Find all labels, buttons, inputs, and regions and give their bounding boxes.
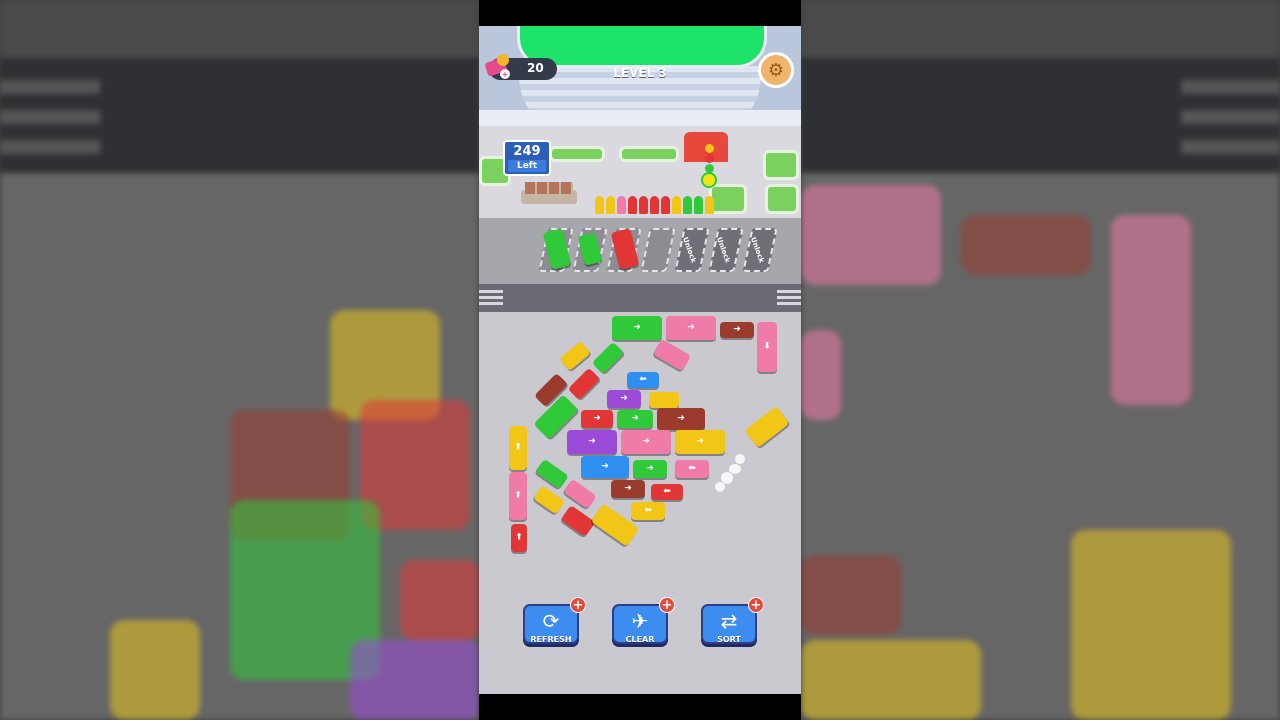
arrow-right-icon: ➜ [631,413,639,424]
game-board: + 20 LEVEL 3 ⚙ 249 Left Unlock Unlock Un… [479,26,801,694]
arrow-right-icon: ➜ [593,413,601,424]
car-green[interactable]: ➜ [617,410,653,428]
arrow-right-icon: ➜ [687,322,695,333]
passengers-left-label: Left [508,160,546,172]
passenger [639,196,648,214]
bus-pink[interactable]: ➜ [666,316,716,340]
car-red[interactable]: ⬆ [511,524,527,552]
add-icon: + [570,597,586,613]
car-purple[interactable]: ➜ [607,390,641,408]
bus-green[interactable]: ➜ [612,316,662,340]
car-brown[interactable]: ➜ [611,480,645,498]
game-viewport: + 20 LEVEL 3 ⚙ 249 Left Unlock Unlock Un… [0,0,1280,720]
car-yellow[interactable] [649,392,679,408]
sort-button[interactable]: ⇄ SORT + [701,597,764,644]
parking-slot[interactable] [640,228,676,272]
bus-pink[interactable]: ⬆ [509,472,527,520]
refresh-label: REFRESH [530,635,572,644]
passenger [705,196,714,214]
arrow-left-icon: ⬅ [663,486,671,497]
refresh-icon: ⟳ [542,609,560,633]
arrow-right-icon: ➜ [646,463,654,474]
smoke-effect [735,454,745,464]
car-green[interactable]: ➜ [633,460,667,478]
car-yellow[interactable]: ⬅ [631,502,665,520]
arrow-down-icon: ⬇ [763,341,771,352]
refresh-button[interactable]: ⟳ REFRESH + [523,597,586,644]
passenger [661,196,670,214]
arrow-left-icon: ⬅ [639,374,647,385]
clear-label: CLEAR [625,635,655,644]
background-right [801,0,1280,720]
arrow-right-icon: ➜ [620,393,628,404]
arrow-up-icon: ⬆ [514,442,522,453]
sort-icon: ⇄ [720,609,738,633]
level-title: LEVEL 3 [613,66,667,80]
settings-button[interactable]: ⚙ [758,52,794,88]
car-blue[interactable]: ⬅ [627,372,659,388]
bus-yellow[interactable]: ⬆ [509,426,527,470]
phone-screen: + 20 LEVEL 3 ⚙ 249 Left Unlock Unlock Un… [479,0,801,720]
arrow-left-icon: ⬅ [688,463,696,474]
arrow-left-icon: ⬅ [644,505,652,516]
passenger [705,154,714,163]
passenger [628,196,637,214]
bus-yellow[interactable]: ➜ [675,430,725,454]
bus-purple[interactable]: ➜ [567,430,617,454]
car-red[interactable]: ➜ [581,410,613,428]
car-red[interactable]: ⬅ [651,484,683,500]
arrow-up-icon: ⬆ [514,490,522,501]
car-brown[interactable]: ➜ [720,322,754,338]
passenger [617,196,626,214]
passenger [694,196,703,214]
passenger [683,196,692,214]
gear-icon: ⚙ [767,59,785,81]
arrow-right-icon: ➜ [601,461,609,472]
passengers-left-sign: 249 Left [503,140,551,176]
passenger [595,196,604,214]
smoke-effect [715,482,725,492]
passenger [606,196,615,214]
arrow-right-icon: ➜ [624,483,632,494]
arrow-right-icon: ➜ [696,436,704,447]
passenger [705,144,714,153]
passengers-left-count: 249 [513,144,541,159]
passenger [701,172,717,188]
arrow-right-icon: ➜ [588,436,596,447]
arrow-right-icon: ➜ [677,413,685,424]
car-pink[interactable]: ⬅ [675,460,709,478]
arrow-right-icon: ➜ [733,324,741,335]
arrow-up-icon: ⬆ [515,532,523,543]
bus-pink[interactable]: ➜ [621,430,671,454]
road [479,284,801,312]
sort-label: SORT [717,635,741,644]
clear-icon: ✈ [631,609,649,633]
bus-pink[interactable]: ⬇ [757,322,777,372]
add-icon: + [748,597,764,613]
clear-button[interactable]: ✈ CLEAR + [612,597,675,644]
arrow-right-icon: ➜ [642,436,650,447]
bus-blue[interactable]: ➜ [581,456,629,478]
arrow-right-icon: ➜ [633,322,641,333]
passenger [672,196,681,214]
add-icon: + [659,597,675,613]
background-left [0,0,479,720]
parking-area: Unlock Unlock Unlock [479,218,801,284]
bus-brown[interactable]: ➜ [657,408,705,430]
passenger [650,196,659,214]
